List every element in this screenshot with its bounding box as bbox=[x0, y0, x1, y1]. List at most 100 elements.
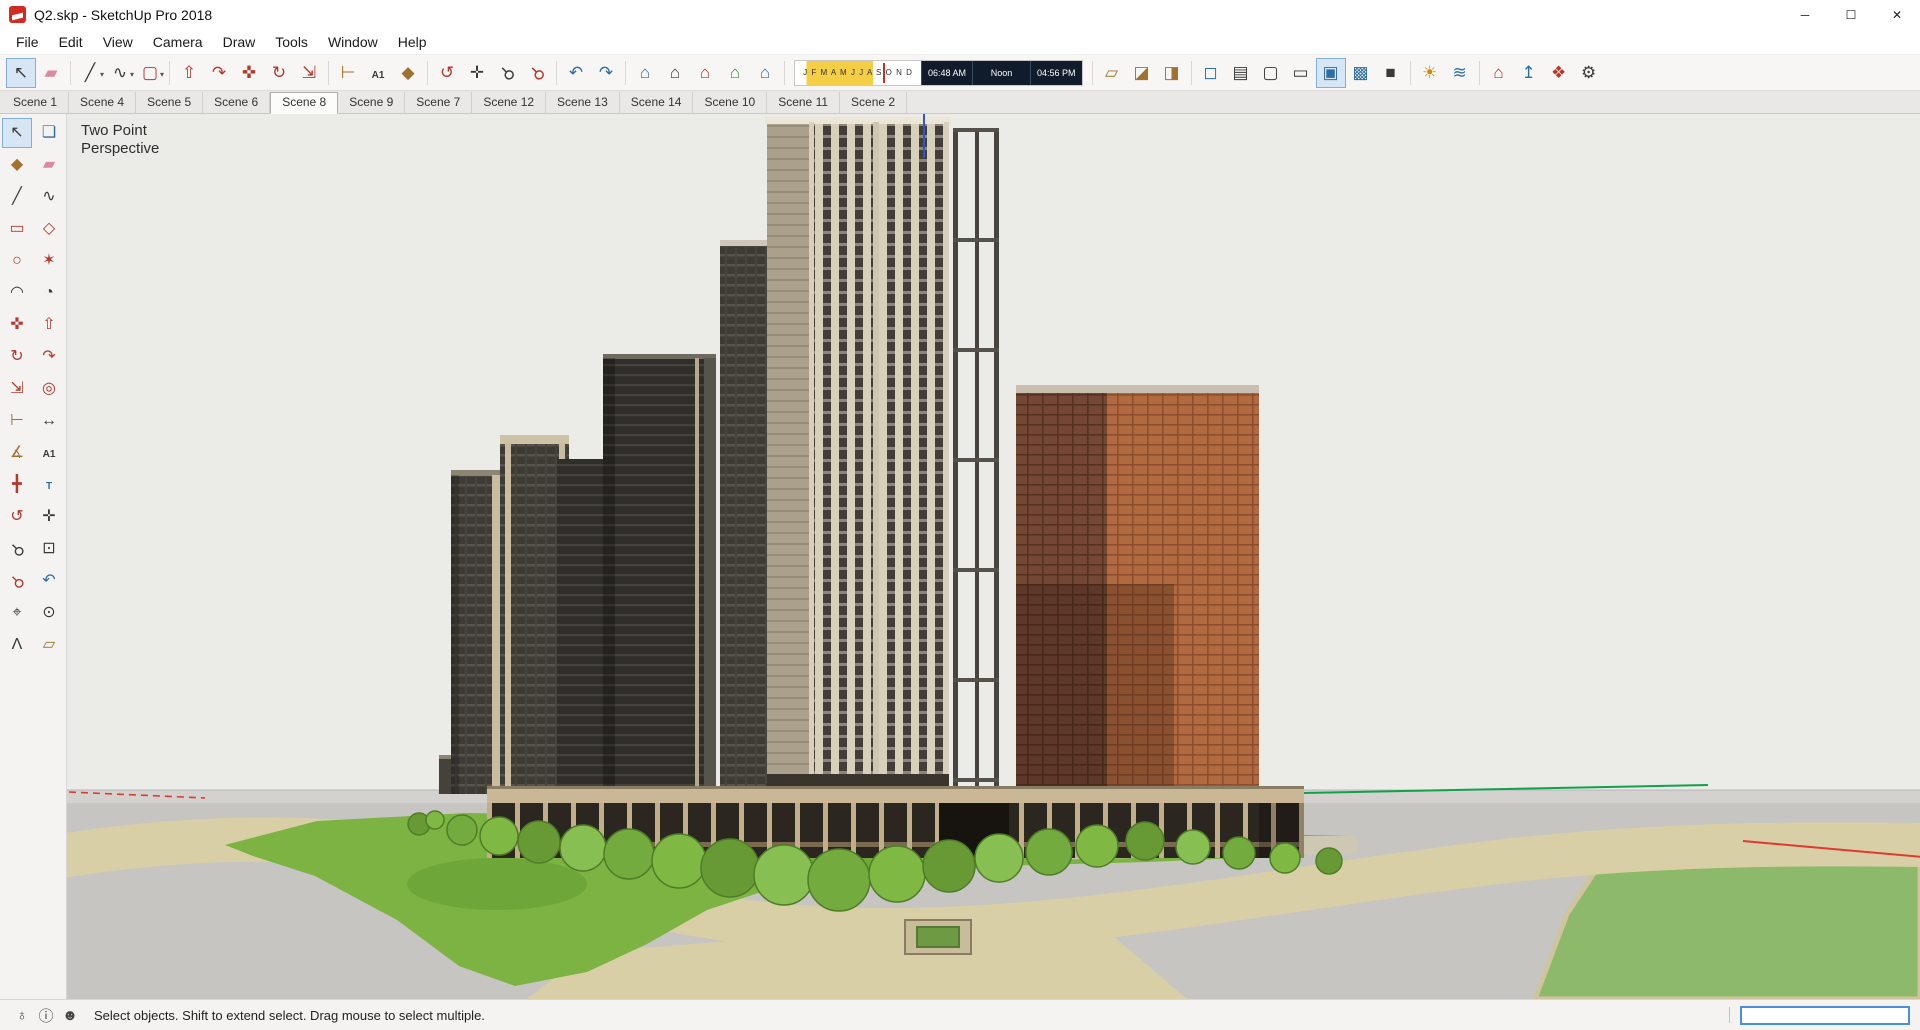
menu-draw[interactable]: Draw bbox=[213, 31, 266, 53]
follow-me-tool-button[interactable]: ↷ bbox=[204, 58, 234, 88]
shadow-date-marker[interactable] bbox=[883, 62, 886, 83]
push-pull-tool-button[interactable]: ⇧ bbox=[174, 58, 204, 88]
palette-follow-me-button[interactable]: ↷ bbox=[34, 342, 64, 372]
scene-tab-9[interactable]: Scene 9 bbox=[338, 92, 406, 113]
freehand-tool-button[interactable]: ∿ ▾ bbox=[105, 58, 135, 88]
scene-tab-4[interactable]: Scene 4 bbox=[69, 92, 137, 113]
previous-view-button[interactable]: ↶ bbox=[561, 58, 591, 88]
section-display-button[interactable]: ◨ bbox=[1157, 58, 1187, 88]
palette-circle-button[interactable]: ○ bbox=[2, 246, 32, 276]
palette-make-component-button[interactable]: ❏ bbox=[34, 118, 64, 148]
extension-warehouse-button[interactable]: ❖ bbox=[1544, 58, 1574, 88]
menu-file[interactable]: File bbox=[6, 31, 49, 53]
viewport-canvas[interactable]: Two Point Perspective bbox=[67, 114, 1920, 999]
menu-edit[interactable]: Edit bbox=[49, 31, 93, 53]
palette-eraser-button[interactable]: ▰ bbox=[34, 150, 64, 180]
palette-orbit-button[interactable]: ↺ bbox=[2, 502, 32, 532]
geolocation-button[interactable]: ♁ bbox=[10, 1003, 34, 1027]
palette-section-plane-button[interactable]: ▱ bbox=[34, 630, 64, 660]
scene-tab-13[interactable]: Scene 13 bbox=[546, 92, 620, 113]
paint-bucket-tool-button[interactable]: ◆ bbox=[393, 58, 423, 88]
palette-rotated-rectangle-button[interactable]: ◇ bbox=[34, 214, 64, 244]
minimize-button[interactable]: ─ bbox=[1782, 0, 1828, 29]
text-tool-button[interactable]: A1 bbox=[363, 58, 393, 88]
palette-position-camera-button[interactable]: ⌖ bbox=[2, 598, 32, 628]
iso-view-button[interactable]: ⌂ bbox=[630, 58, 660, 88]
right-view-button[interactable]: ⌂ bbox=[720, 58, 750, 88]
section-fill-button[interactable]: ◪ bbox=[1127, 58, 1157, 88]
eraser-tool-button[interactable]: ▰ bbox=[36, 58, 66, 88]
pan-tool-button[interactable]: ✛ bbox=[462, 58, 492, 88]
hidden-line-style-button[interactable]: ▭ bbox=[1286, 58, 1316, 88]
line-tool-button[interactable]: ╱ ▾ bbox=[75, 58, 105, 88]
scene-tab-5[interactable]: Scene 5 bbox=[136, 92, 204, 113]
palette-offset-button[interactable]: ◎ bbox=[34, 374, 64, 404]
close-button[interactable]: ✕ bbox=[1874, 0, 1920, 29]
palette-zoom-extents-button[interactable]: ⚲ bbox=[2, 566, 32, 596]
next-view-button[interactable]: ↷ bbox=[591, 58, 621, 88]
palette-dimension-button[interactable]: ↔ bbox=[34, 406, 64, 436]
palette-freehand-button[interactable]: ∿ bbox=[34, 182, 64, 212]
get-models-button[interactable]: ⌂ bbox=[1484, 58, 1514, 88]
signin-button[interactable]: ☻ bbox=[58, 1003, 82, 1027]
palette-axes-button[interactable]: ╋ bbox=[2, 470, 32, 500]
palette-move-button[interactable]: ✜ bbox=[2, 310, 32, 340]
menu-tools[interactable]: Tools bbox=[265, 31, 318, 53]
shapes-tool-button[interactable]: ▢ ▾ bbox=[135, 58, 165, 88]
palette-tape-measure-button[interactable]: ⊢ bbox=[2, 406, 32, 436]
palette-zoom-button[interactable]: ⚲ bbox=[2, 534, 32, 564]
scene-tab-10[interactable]: Scene 10 bbox=[693, 92, 768, 113]
scene-tab-1[interactable]: Scene 1 bbox=[2, 92, 70, 113]
palette-polygon-button[interactable]: ✶ bbox=[34, 246, 64, 276]
front-view-button[interactable]: ⌂ bbox=[690, 58, 720, 88]
scene-tab-8[interactable]: Scene 8 bbox=[270, 92, 339, 114]
palette-walk-button[interactable]: Λ bbox=[2, 630, 32, 660]
x-ray-style-button[interactable]: ◻ bbox=[1196, 58, 1226, 88]
menu-view[interactable]: View bbox=[93, 31, 143, 53]
palette-zoom-window-button[interactable]: ⊡ bbox=[34, 534, 64, 564]
zoom-tool-button[interactable]: ⚲ bbox=[492, 58, 522, 88]
shaded-style-button[interactable]: ▣ bbox=[1315, 57, 1346, 88]
palette-text-button[interactable]: A1 bbox=[34, 438, 64, 468]
shadows-toggle-button[interactable]: ☀ bbox=[1415, 58, 1445, 88]
palette-arc-button[interactable]: ◠ bbox=[2, 278, 32, 308]
palette-protractor-button[interactable]: ∡ bbox=[2, 438, 32, 468]
scene-tab-12[interactable]: Scene 12 bbox=[472, 92, 547, 113]
scene-tab-11[interactable]: Scene 11 bbox=[767, 92, 841, 113]
palette-pie-button[interactable]: ◔ bbox=[34, 278, 64, 308]
top-view-button[interactable]: ⌂ bbox=[660, 58, 690, 88]
scene-tab-7[interactable]: Scene 7 bbox=[405, 92, 473, 113]
menu-camera[interactable]: Camera bbox=[143, 31, 213, 53]
scene-tab-2[interactable]: Scene 2 bbox=[840, 92, 908, 113]
palette-push-pull-button[interactable]: ⇧ bbox=[34, 310, 64, 340]
scale-tool-button[interactable]: ⇲ bbox=[294, 58, 324, 88]
rotate-tool-button[interactable]: ↻ bbox=[264, 58, 294, 88]
back-view-button[interactable]: ⌂ bbox=[750, 58, 780, 88]
palette-look-around-button[interactable]: ⊙ bbox=[34, 598, 64, 628]
share-model-button[interactable]: ↥ bbox=[1514, 58, 1544, 88]
credits-button[interactable]: ⓘ bbox=[34, 1003, 58, 1027]
move-tool-button[interactable]: ✜ bbox=[234, 58, 264, 88]
maximize-button[interactable]: ☐ bbox=[1828, 0, 1874, 29]
palette-line-button[interactable]: ╱ bbox=[2, 182, 32, 212]
palette-rotate-button[interactable]: ↻ bbox=[2, 342, 32, 372]
scene-tab-6[interactable]: Scene 6 bbox=[203, 92, 271, 113]
wireframe-style-button[interactable]: ▢ bbox=[1256, 58, 1286, 88]
scene-tab-14[interactable]: Scene 14 bbox=[620, 92, 694, 113]
zoom-extents-button[interactable]: ⚲ bbox=[522, 58, 552, 88]
palette-previous-button[interactable]: ↶ bbox=[34, 566, 64, 596]
preferences-button[interactable]: ⚙ bbox=[1574, 58, 1604, 88]
back-edges-style-button[interactable]: ▤ bbox=[1226, 58, 1256, 88]
shaded-textures-style-button[interactable]: ▩ bbox=[1346, 58, 1376, 88]
palette-rectangle-button[interactable]: ▭ bbox=[2, 214, 32, 244]
palette-scale-button[interactable]: ⇲ bbox=[2, 374, 32, 404]
orbit-tool-button[interactable]: ↺ bbox=[432, 58, 462, 88]
palette-3d-text-button[interactable]: T bbox=[34, 470, 64, 500]
palette-pan-button[interactable]: ✛ bbox=[34, 502, 64, 532]
monochrome-style-button[interactable]: ■ bbox=[1376, 58, 1406, 88]
palette-paint-bucket-button[interactable]: ◆ bbox=[2, 150, 32, 180]
tape-measure-tool-button[interactable]: ⊢ bbox=[333, 58, 363, 88]
shadow-time-slider[interactable]: Noon bbox=[972, 60, 1031, 85]
fog-toggle-button[interactable]: ≋ bbox=[1445, 58, 1475, 88]
menu-help[interactable]: Help bbox=[388, 31, 437, 53]
